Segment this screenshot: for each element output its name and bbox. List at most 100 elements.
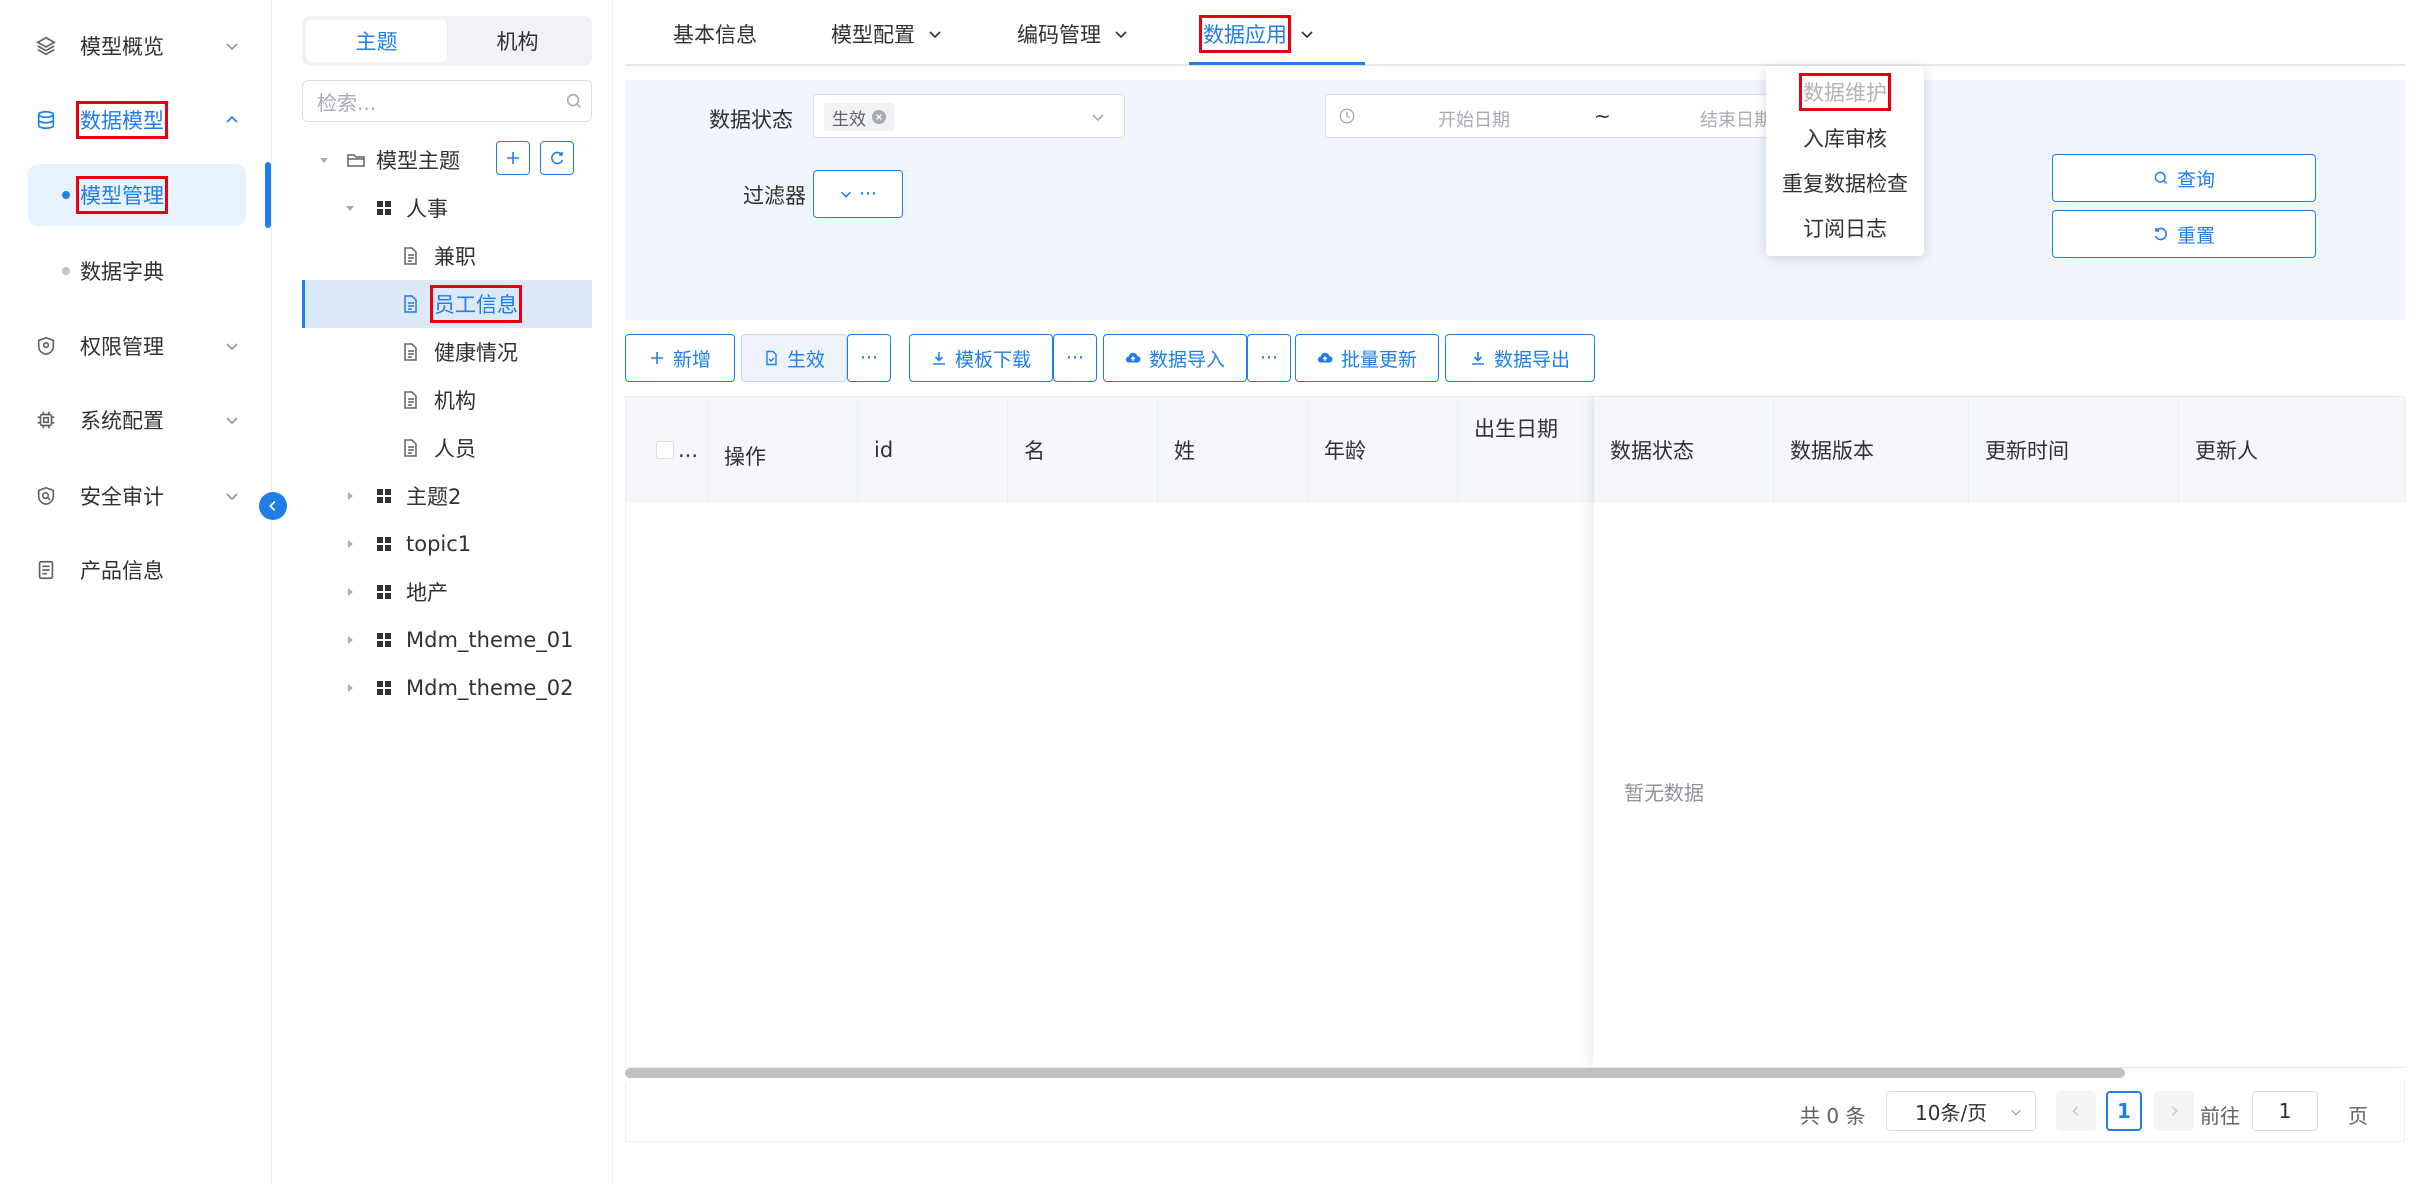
tab-model-config[interactable]: 模型配置	[831, 14, 943, 54]
tab-code-management[interactable]: 编码管理	[1017, 14, 1129, 54]
status-label: 数据状态	[709, 108, 793, 132]
tree-label: Mdm_theme_02	[406, 676, 574, 700]
status-tag: 生效	[824, 103, 894, 131]
nav-model-overview[interactable]: 模型概览	[28, 16, 258, 76]
column-header-select[interactable]: ...	[626, 397, 708, 503]
chevron-up-icon	[226, 115, 238, 123]
search-placeholder: 检索...	[317, 90, 377, 115]
tab-data-application[interactable]: 数据应用	[1199, 14, 1315, 54]
nav-product-info[interactable]: 产品信息	[28, 540, 258, 600]
effect-button[interactable]: 生效	[741, 334, 847, 382]
data-import-button[interactable]: 数据导入	[1103, 334, 1247, 382]
status-select[interactable]: 生效	[813, 94, 1125, 138]
tree-node-group[interactable]: 人事	[302, 184, 592, 232]
page-size-value: 10条/页	[1915, 1100, 1988, 1125]
menu-item-duplicate-check[interactable]: 重复数据检查	[1766, 163, 1924, 203]
chevron-down-icon	[226, 343, 238, 351]
tree-node-leaf[interactable]: 健康情况	[302, 328, 592, 376]
active-tab-underline	[1189, 62, 1365, 65]
query-button[interactable]: 查询	[2052, 154, 2316, 202]
chevron-down-icon	[2011, 1109, 2021, 1116]
data-export-button[interactable]: 数据导出	[1445, 334, 1595, 382]
tree-add-button[interactable]	[496, 141, 530, 175]
goto-label: 前往	[2200, 1104, 2240, 1128]
batch-update-button[interactable]: 批量更新	[1295, 334, 1439, 382]
nav-label: 系统配置	[80, 409, 164, 433]
tab-topic[interactable]: 主题	[306, 20, 447, 62]
refresh-icon	[2154, 227, 2167, 241]
tree-node-group[interactable]: topic1	[302, 520, 592, 568]
reset-button[interactable]: 重置	[2052, 210, 2316, 258]
horizontal-scrollbar[interactable]	[625, 1068, 2125, 1078]
tab-organization[interactable]: 机构	[447, 20, 588, 62]
tree-node-leaf[interactable]: 人员	[302, 424, 592, 472]
tree-label: 人事	[406, 197, 448, 221]
menu-item-subscription-log[interactable]: 订阅日志	[1766, 208, 1924, 248]
next-page-button[interactable]	[2154, 1091, 2194, 1131]
column-header-update-time: 更新时间	[1969, 397, 2179, 503]
layers-icon	[34, 34, 58, 58]
tree-label: 健康情况	[434, 341, 518, 365]
tree-label: 地产	[406, 581, 448, 605]
more-icon: ···	[858, 183, 878, 205]
nav-data-model[interactable]: 数据模型	[28, 90, 258, 150]
page-size-select[interactable]: 10条/页	[1886, 1091, 2036, 1131]
goto-page-input[interactable]: 1	[2252, 1091, 2318, 1131]
subnav-model-management[interactable]: 模型管理	[28, 164, 246, 226]
nav-system-config[interactable]: 系统配置	[28, 390, 258, 450]
add-button[interactable]: 新增	[625, 334, 735, 382]
template-more-button[interactable]: ···	[1053, 334, 1097, 382]
select-all-checkbox[interactable]	[656, 441, 674, 459]
file-icon	[404, 247, 417, 265]
tree-node-group[interactable]: 地产	[302, 568, 592, 616]
button-label: 数据导入	[1148, 348, 1225, 371]
file-check-icon	[766, 350, 777, 366]
caret-right-icon	[348, 540, 353, 548]
tab-label: 数据应用	[1199, 15, 1291, 53]
sidebar-collapse-button[interactable]	[259, 492, 287, 520]
menu-item-data-maintenance[interactable]: 数据维护	[1766, 72, 1924, 112]
grid-icon	[377, 681, 391, 695]
tree-node-group[interactable]: Mdm_theme_01	[302, 616, 592, 664]
file-icon	[404, 439, 417, 457]
search-icon	[566, 93, 581, 108]
subnav-label: 模型管理	[76, 176, 168, 214]
empty-state-text: 暂无数据	[1624, 781, 1704, 805]
nav-permission[interactable]: 权限管理	[28, 316, 258, 376]
tree-node-group[interactable]: Mdm_theme_02	[302, 664, 592, 712]
end-date-placeholder: 结束日期	[1700, 110, 1772, 131]
tree-node-group[interactable]: 主题2	[302, 472, 592, 520]
search-icon	[2154, 171, 2168, 185]
download-icon	[1471, 352, 1484, 365]
page-number-current[interactable]: 1	[2106, 1091, 2142, 1131]
effect-more-button[interactable]: ···	[847, 334, 891, 382]
document-icon	[34, 558, 58, 582]
fixed-columns: 数据状态 数据版本 更新时间 更新人 暂无数据	[1594, 397, 2406, 1067]
subnav-data-dictionary[interactable]: 数据字典	[28, 240, 246, 302]
column-header-id: id	[858, 397, 1008, 503]
tree-node-leaf[interactable]: 兼职	[302, 232, 592, 280]
tree-node-leaf-selected[interactable]: 员工信息	[302, 280, 592, 328]
tab-basic-info[interactable]: 基本信息	[673, 14, 757, 54]
close-icon[interactable]	[872, 110, 886, 124]
chevron-down-icon	[226, 417, 238, 425]
chip-icon	[34, 408, 58, 432]
tree-refresh-button[interactable]	[540, 141, 574, 175]
grid-icon	[377, 489, 391, 503]
tree-search-input[interactable]: 检索...	[302, 80, 592, 122]
template-download-button[interactable]: 模板下载	[909, 334, 1053, 382]
import-more-button[interactable]: ···	[1247, 334, 1291, 382]
tree-node-leaf[interactable]: 机构	[302, 376, 592, 424]
menu-item-storage-review[interactable]: 入库审核	[1766, 118, 1924, 158]
prev-page-button[interactable]	[2056, 1091, 2096, 1131]
tree-label: Mdm_theme_01	[406, 628, 574, 652]
button-label: 重置	[2176, 224, 2215, 247]
nav-security-audit[interactable]: 安全审计	[28, 466, 258, 526]
chevron-left-icon	[269, 501, 276, 511]
audit-shield-icon	[34, 484, 58, 508]
plus-icon	[507, 152, 519, 164]
column-header-first-name: 名	[1008, 397, 1158, 503]
column-header-data-status: 数据状态	[1594, 397, 1774, 503]
tree-panel: 主题 机构 检索... 模型主题 人事 兼职 员工信息 健康情况 机构 人员 主…	[290, 0, 612, 1160]
filter-button[interactable]: ···	[813, 170, 903, 218]
